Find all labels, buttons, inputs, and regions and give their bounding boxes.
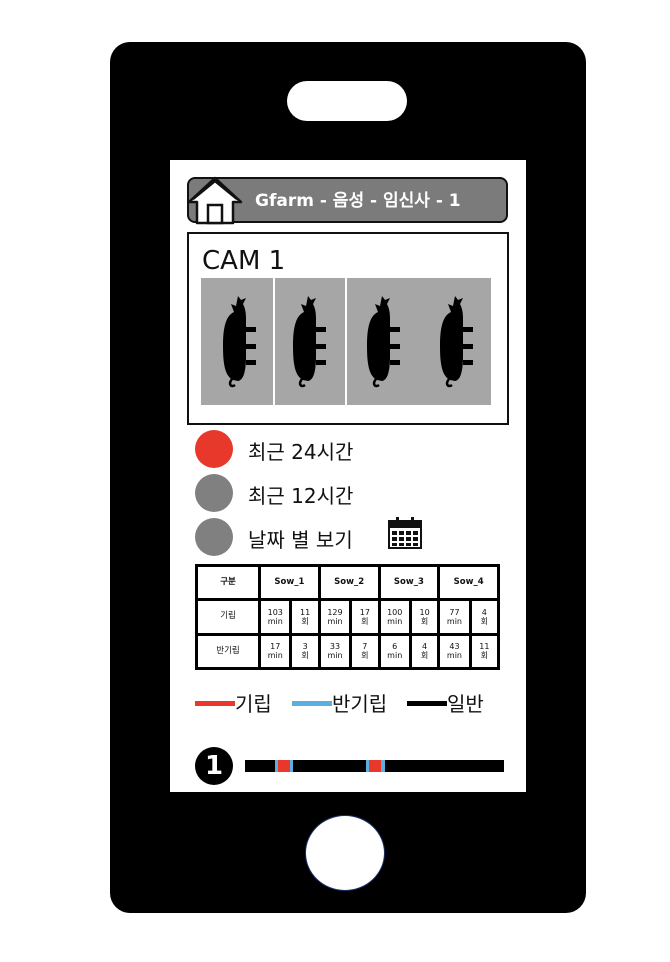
page-title: Gfarm - 음성 - 임신사 - 1	[255, 191, 461, 211]
table-header-row: 구분 Sow_1 Sow_2 Sow_3 Sow_4	[198, 567, 497, 599]
count-cell: 4회	[471, 601, 497, 633]
minutes-cell: 6 min	[380, 635, 409, 667]
pig-icon	[223, 296, 256, 388]
table-row: 기립 103 min 11 회 129 min 17 회 100 min 10 회 77 mi…	[198, 601, 497, 633]
count-cell: 7회	[352, 635, 378, 667]
count-cell: 10 회	[411, 601, 438, 633]
legend-label: 반기립	[332, 692, 388, 716]
header-cell: Sow_4	[440, 567, 497, 599]
radio-dot-selected[interactable]	[195, 430, 233, 468]
table-row: 반기립 17 min 3회 33 min 7회 6 min 4회 43 min 11 회	[198, 635, 497, 667]
camera-label: CAM 1	[202, 246, 286, 276]
minutes-cell: 129 min	[320, 601, 350, 633]
phone-speaker	[287, 81, 407, 121]
sow-number-badge[interactable]: 1	[195, 747, 233, 785]
pig-icon	[367, 296, 400, 388]
minutes-cell: 17 min	[261, 635, 290, 667]
home-icon[interactable]	[187, 175, 243, 225]
legend-swatch	[407, 701, 447, 706]
minutes-cell: 33 min	[320, 635, 350, 667]
option-label: 날짜 별 보기	[248, 528, 353, 552]
timeline-segment-standing	[369, 760, 381, 772]
count-cell: 11 회	[292, 601, 318, 633]
option-label: 최근 24시간	[248, 440, 354, 464]
header-cell: Sow_1	[261, 567, 318, 599]
radio-dot[interactable]	[195, 518, 233, 556]
row-label: 반기립	[198, 635, 259, 667]
option-label: 최근 12시간	[248, 484, 354, 508]
header-cell: Sow_2	[320, 567, 378, 599]
timeline-segment-standing	[278, 760, 290, 772]
header-cell: 구분	[198, 567, 259, 599]
count-cell: 17 회	[352, 601, 378, 633]
pig-icon	[440, 296, 473, 388]
timeline-segment-half-standing	[290, 760, 293, 772]
legend-swatch	[292, 701, 332, 706]
calendar-icon[interactable]	[388, 517, 422, 549]
minutes-cell: 43 min	[440, 635, 469, 667]
minutes-cell: 103 min	[261, 601, 290, 633]
minutes-cell: 100 min	[380, 601, 409, 633]
legend-label: 기립	[235, 692, 272, 716]
phone-home-button[interactable]	[305, 815, 385, 891]
pig-icon	[293, 296, 326, 388]
legend-label: 일반	[447, 692, 484, 716]
activity-timeline[interactable]	[245, 760, 504, 772]
count-cell: 4회	[411, 635, 438, 667]
feed-divider	[345, 278, 347, 405]
count-cell: 11 회	[471, 635, 497, 667]
row-label: 기립	[198, 601, 259, 633]
stats-table: 구분 Sow_1 Sow_2 Sow_3 Sow_4 기립 103 min 11 회…	[195, 564, 500, 670]
header-cell: Sow_3	[380, 567, 438, 599]
minutes-cell: 77 min	[440, 601, 469, 633]
radio-dot[interactable]	[195, 474, 233, 512]
feed-divider	[273, 278, 275, 405]
timeline-segment-half-standing	[381, 760, 385, 772]
legend-swatch	[195, 701, 235, 706]
count-cell: 3회	[292, 635, 318, 667]
